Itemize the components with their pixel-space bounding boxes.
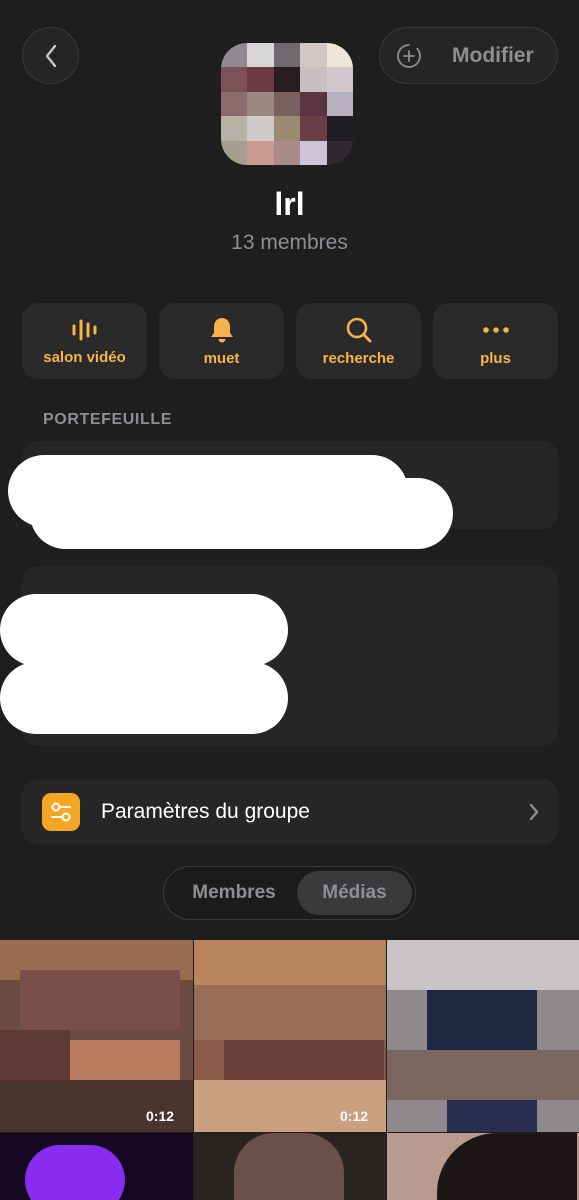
sliders-icon (42, 793, 80, 831)
action-bar: salon vidéo muet recherche plus (22, 303, 558, 379)
group-settings-row[interactable]: Paramètres du groupe (22, 779, 558, 845)
search-icon (346, 317, 371, 342)
mute-button[interactable]: muet (159, 303, 284, 379)
more-button[interactable]: plus (433, 303, 558, 379)
group-name: lrl (274, 186, 305, 222)
add-circle-icon (397, 43, 421, 68)
media-thumbnail[interactable]: 0:12 (194, 940, 386, 1132)
search-label: recherche (322, 349, 395, 367)
media-thumbnail[interactable] (194, 1133, 386, 1200)
chevron-left-icon (45, 44, 56, 67)
bell-icon (210, 317, 233, 342)
media-thumbnail[interactable] (387, 940, 579, 1132)
video-room-label: salon vidéo (43, 348, 126, 366)
redacted-area (0, 594, 288, 666)
edit-button[interactable]: Modifier (379, 27, 558, 84)
edit-label: Modifier (452, 43, 534, 67)
group-member-count: 13 membres (231, 231, 348, 254)
members-media-switch[interactable]: Membres Médias (163, 866, 416, 920)
more-icon (482, 326, 509, 333)
waveform-icon (72, 319, 96, 340)
group-avatar[interactable] (221, 43, 353, 165)
chevron-right-icon (529, 803, 539, 821)
search-button[interactable]: recherche (296, 303, 421, 379)
media-grid: 0:12 0:12 (0, 940, 579, 1200)
group-settings-label: Paramètres du groupe (101, 800, 310, 823)
media-thumbnail[interactable] (387, 1133, 579, 1200)
media-thumbnail[interactable] (0, 1133, 193, 1200)
more-label: plus (480, 349, 511, 367)
redacted-area (0, 662, 288, 734)
media-thumbnail[interactable]: 0:12 (0, 940, 193, 1132)
mute-label: muet (203, 349, 240, 367)
tab-media[interactable]: Médias (297, 871, 412, 915)
back-button[interactable] (22, 27, 79, 84)
video-duration: 0:12 (146, 1108, 175, 1124)
tab-members[interactable]: Membres (170, 871, 298, 915)
video-room-button[interactable]: salon vidéo (22, 303, 147, 379)
redacted-area (30, 478, 453, 549)
wallet-section-title: PORTEFEUILLE (43, 411, 172, 428)
video-duration: 0:12 (340, 1108, 369, 1124)
